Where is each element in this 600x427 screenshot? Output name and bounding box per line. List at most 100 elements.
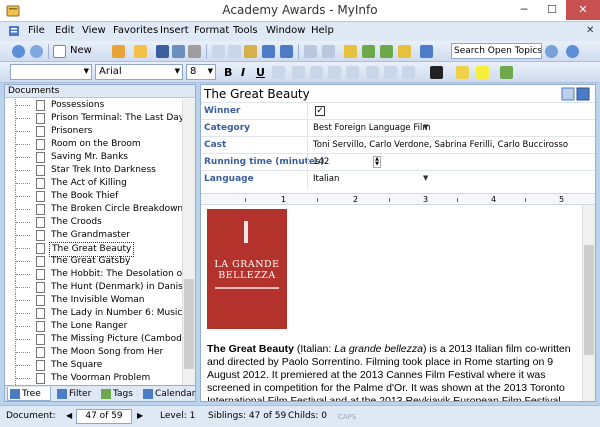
document-scrollbar[interactable] <box>582 205 595 401</box>
winner-checkbox[interactable]: ✓ <box>315 106 325 116</box>
menu-view[interactable]: View <box>82 25 106 36</box>
menu-format[interactable]: Format <box>194 25 229 36</box>
align-right-icon[interactable] <box>328 66 341 79</box>
tree-item[interactable]: The Grandmaster <box>5 229 183 242</box>
tree-scrollbar[interactable] <box>182 99 195 387</box>
tree-item[interactable]: The Lady in Number 6: Music Sav... <box>5 307 183 320</box>
minimize-button[interactable]: ─ <box>510 0 538 20</box>
tab-calendar[interactable]: Calendar <box>141 387 195 401</box>
highlight-icon[interactable] <box>456 66 469 79</box>
menu-edit[interactable]: Edit <box>55 25 74 36</box>
paste-icon[interactable] <box>244 45 257 58</box>
menu-favorites[interactable]: Favorites <box>113 25 158 36</box>
tree-item[interactable]: The Square <box>5 359 183 372</box>
view-toggle-icons[interactable] <box>561 87 591 101</box>
search-options-icon[interactable] <box>545 45 558 58</box>
menu-file[interactable]: File <box>28 25 45 36</box>
tab-tree[interactable]: Tree <box>7 387 51 401</box>
tree-scrollbar-thumb[interactable] <box>184 279 194 369</box>
tree-item[interactable]: Prisoners <box>5 125 183 138</box>
running-time-stepper[interactable]: ▲ ▼ <box>373 156 381 168</box>
first-record-icon[interactable]: ◀ <box>66 411 72 420</box>
ruler[interactable]: 1 2 3 4 5 <box>201 193 595 205</box>
tree-item[interactable]: The Great Gatsby <box>5 255 183 268</box>
close-button[interactable]: ✕ <box>566 0 600 20</box>
tree-item[interactable]: Room on the Broom <box>5 138 183 151</box>
save-all-icon[interactable] <box>172 45 185 58</box>
move-down-icon[interactable] <box>362 45 375 58</box>
link-icon[interactable] <box>322 45 335 58</box>
copy-icon[interactable] <box>228 45 241 58</box>
print-icon[interactable] <box>188 45 201 58</box>
search-open-topics-input[interactable]: Search Open Topics <box>451 43 542 59</box>
style-dropdown[interactable]: ▼ <box>10 64 92 80</box>
category-value[interactable]: Best Foreign Language Film <box>313 123 431 133</box>
tree-item[interactable]: The Broken Circle Breakdown (Be... <box>5 203 183 216</box>
indent-icon[interactable] <box>402 66 415 79</box>
underline-button[interactable]: U <box>256 66 265 79</box>
record-position-input[interactable]: 47 of 59 <box>76 409 132 424</box>
undo-icon[interactable] <box>262 45 275 58</box>
save-icon[interactable] <box>156 45 169 58</box>
font-color-icon[interactable] <box>430 66 443 79</box>
move-right-icon[interactable] <box>398 45 411 58</box>
tree-item[interactable]: Saving Mr. Banks <box>5 151 183 164</box>
highlight-color-icon[interactable] <box>476 66 489 79</box>
tree-item[interactable]: The Great Beauty <box>5 242 183 257</box>
redo-icon[interactable] <box>280 45 293 58</box>
delete-icon[interactable] <box>304 45 317 58</box>
tab-filter[interactable]: Filter <box>55 387 95 401</box>
menu-insert[interactable]: Insert <box>160 25 189 36</box>
menu-tools[interactable]: Tools <box>233 25 258 36</box>
italic-button[interactable]: I <box>241 66 245 79</box>
tree-item[interactable]: The Croods <box>5 216 183 229</box>
menu-help[interactable]: Help <box>311 25 334 36</box>
back-icon[interactable] <box>12 45 25 58</box>
tree-item[interactable]: The Lone Ranger <box>5 320 183 333</box>
close-document-icon[interactable]: ✕ <box>586 25 594 36</box>
running-time-value[interactable]: 142 <box>313 157 329 167</box>
bullet-list-icon[interactable] <box>366 66 379 79</box>
article-text[interactable]: The Great Beauty (Italian: La grande bel… <box>207 343 581 401</box>
bold-button[interactable]: B <box>224 66 232 79</box>
font-dropdown[interactable]: Arial ▼ <box>95 64 183 80</box>
tree-item[interactable]: The Voorman Problem <box>5 372 183 385</box>
tree-item[interactable]: Star Trek Into Darkness <box>5 164 183 177</box>
tree-item[interactable]: The Act of Killing <box>5 177 183 190</box>
forward-icon[interactable] <box>30 45 43 58</box>
tree-item[interactable]: Possessions <box>5 99 183 112</box>
tab-tags[interactable]: Tags <box>99 387 137 401</box>
chevron-down-icon[interactable]: ▼ <box>423 174 428 182</box>
open-folder-icon[interactable] <box>134 45 147 58</box>
justify-icon[interactable] <box>346 66 359 79</box>
align-center-icon[interactable] <box>310 66 323 79</box>
font-size-dropdown[interactable]: 8 ▼ <box>186 64 216 80</box>
strikethrough-icon[interactable] <box>272 66 285 79</box>
document-tree[interactable]: Possessions Prison Terminal: The Last Day… <box>5 99 183 387</box>
tree-item[interactable]: The Book Thief <box>5 190 183 203</box>
tree-item[interactable]: The Hobbit: The Desolation of Sma... <box>5 268 183 281</box>
language-value[interactable]: Italian <box>313 174 339 184</box>
numbered-list-icon[interactable] <box>384 66 397 79</box>
search-icon[interactable] <box>566 45 579 58</box>
document-scrollbar-thumb[interactable] <box>584 245 594 355</box>
new-document-icon[interactable] <box>53 45 66 58</box>
tree-item[interactable]: Prison Terminal: The Last Days of ... <box>5 112 183 125</box>
document-menu-icon[interactable] <box>8 25 20 37</box>
move-up-icon[interactable] <box>344 45 357 58</box>
cut-icon[interactable] <box>212 45 225 58</box>
edit-icon[interactable] <box>112 45 125 58</box>
new-button[interactable]: New <box>70 45 92 56</box>
tree-item[interactable]: The Missing Picture (Cambodia) in ... <box>5 333 183 346</box>
layout-icon[interactable] <box>420 45 433 58</box>
menu-window[interactable]: Window <box>266 25 305 36</box>
align-left-icon[interactable] <box>292 66 305 79</box>
move-left-icon[interactable] <box>380 45 393 58</box>
chevron-down-icon[interactable]: ▼ <box>423 123 428 131</box>
cast-value[interactable]: Toni Servillo, Carlo Verdone, Sabrina Fe… <box>313 140 568 150</box>
tree-item[interactable]: The Invisible Woman <box>5 294 183 307</box>
maximize-button[interactable]: ☐ <box>538 0 566 20</box>
next-record-icon[interactable]: ▶ <box>137 411 143 420</box>
tree-item[interactable]: The Hunt (Denmark) in Danish <box>5 281 183 294</box>
insert-table-icon[interactable] <box>500 66 513 79</box>
